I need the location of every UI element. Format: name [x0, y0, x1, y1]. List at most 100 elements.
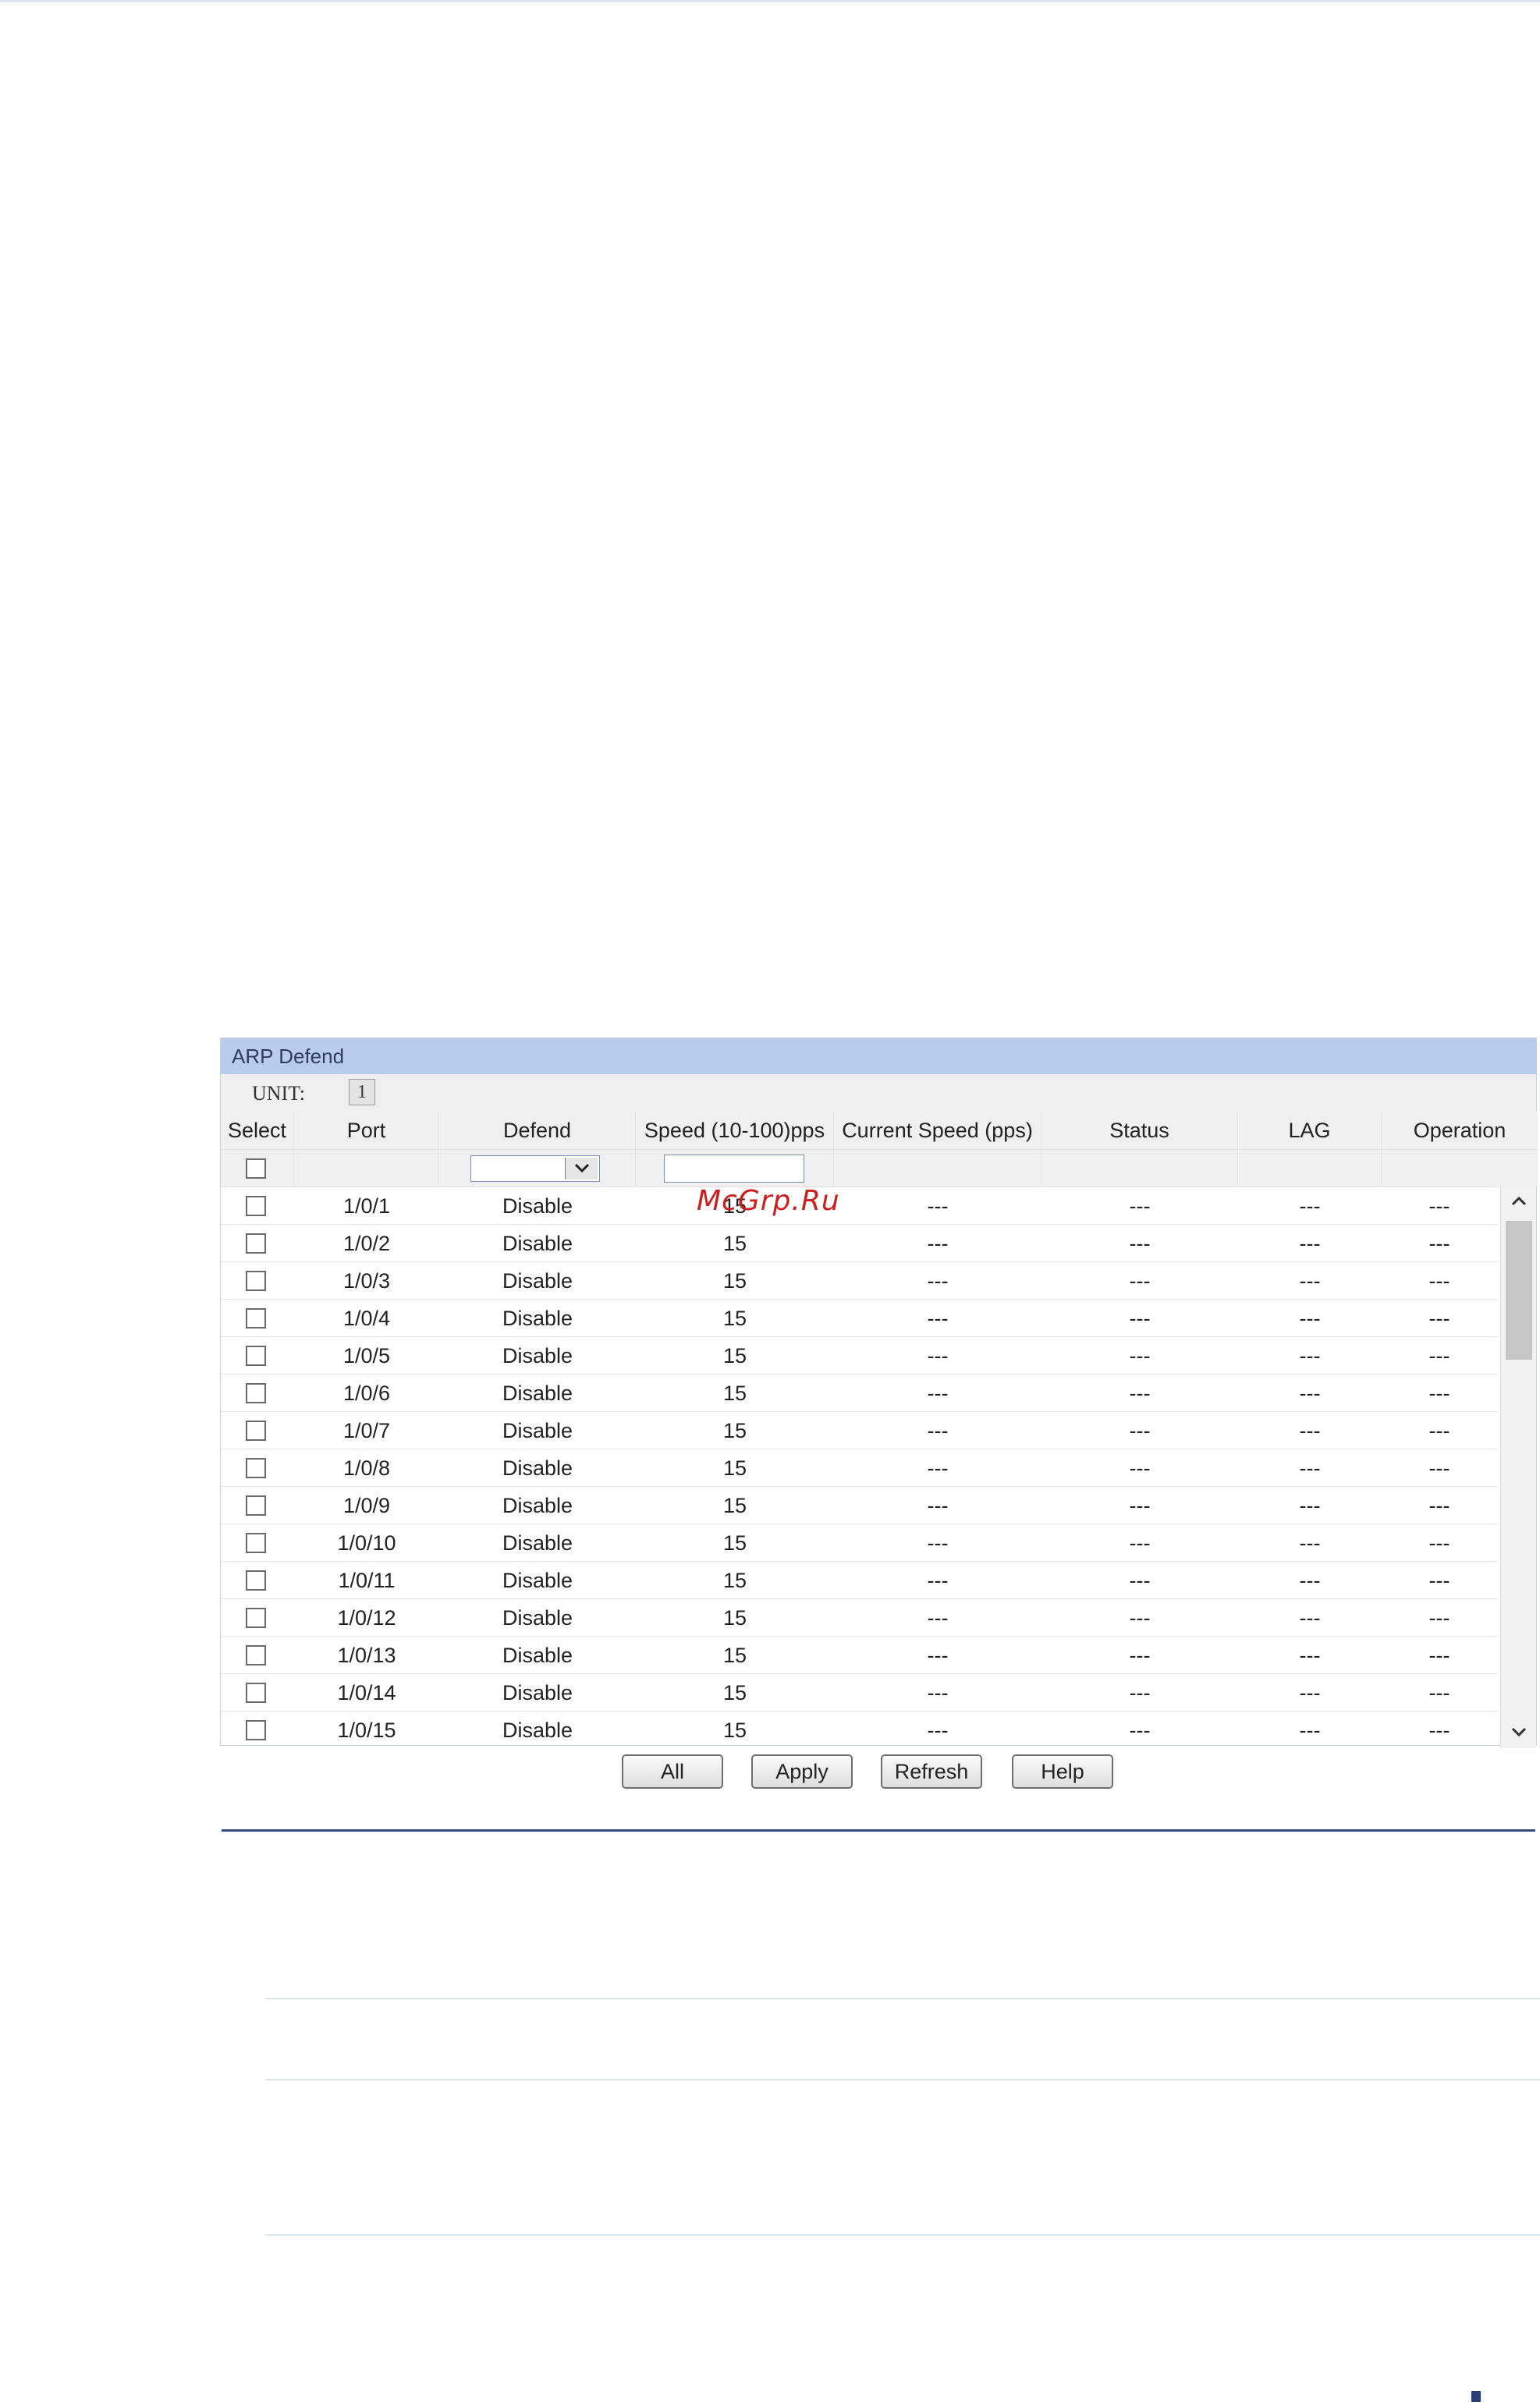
row-checkbox[interactable]	[246, 1570, 266, 1591]
speed-cell: 15	[722, 1419, 747, 1442]
lag-cell: ---	[1299, 1606, 1321, 1630]
table-row: 1/0/15 Disable 15 --- --- --- ---	[221, 1711, 1497, 1748]
defend-cell: Disable	[502, 1681, 573, 1704]
select-all-checkbox[interactable]	[246, 1158, 266, 1179]
page-corner-mark	[1471, 2391, 1481, 2402]
speed-cell: 15	[722, 1456, 747, 1480]
table-scrollbar[interactable]	[1500, 1187, 1536, 1748]
port-cell: 1/0/11	[338, 1569, 396, 1592]
chevron-up-icon[interactable]	[1501, 1187, 1537, 1218]
table-row: 1/0/2 Disable 15 --- --- --- ---	[221, 1224, 1497, 1261]
row-checkbox[interactable]	[246, 1645, 266, 1665]
control-speed-cell	[636, 1149, 834, 1187]
table-row: 1/0/4 Disable 15 --- --- --- ---	[221, 1299, 1497, 1336]
lag-cell: ---	[1299, 1644, 1321, 1667]
speed-cell: 15	[722, 1232, 747, 1255]
row-checkbox[interactable]	[246, 1495, 266, 1516]
defend-select[interactable]	[470, 1155, 600, 1182]
port-cell: 1/0/7	[342, 1419, 391, 1442]
apply-button[interactable]: Apply	[751, 1754, 853, 1789]
port-cell: 1/0/5	[342, 1344, 391, 1367]
row-select-cell	[221, 1562, 294, 1599]
chevron-down-icon[interactable]	[565, 1158, 598, 1179]
speed-cell: 15	[722, 1719, 747, 1742]
header-current-speed: Current Speed (pps)	[834, 1112, 1041, 1149]
refresh-button[interactable]: Refresh	[881, 1754, 982, 1789]
table-row: 1/0/6 Disable 15 --- --- --- ---	[221, 1374, 1497, 1411]
table-row: 1/0/9 Disable 15 --- --- --- ---	[221, 1486, 1497, 1524]
row-checkbox[interactable]	[246, 1533, 266, 1553]
header-speed: Speed (10-100)pps	[636, 1112, 834, 1149]
defend-cell: Disable	[502, 1644, 573, 1667]
row-select-cell	[221, 1712, 294, 1749]
port-cell: 1/0/4	[342, 1307, 391, 1330]
operation-cell: ---	[1428, 1681, 1450, 1704]
status-cell: ---	[1129, 1719, 1151, 1742]
row-select-cell	[221, 1524, 294, 1562]
row-select-cell	[221, 1487, 294, 1524]
row-checkbox[interactable]	[246, 1233, 266, 1254]
control-select-cell	[221, 1149, 294, 1187]
port-cell: 1/0/6	[342, 1382, 391, 1405]
defend-cell: Disable	[502, 1419, 573, 1442]
unit-1-button[interactable]: 1	[349, 1079, 375, 1105]
lag-cell: ---	[1299, 1569, 1321, 1592]
current-speed-cell: ---	[927, 1531, 949, 1555]
current-speed-cell: ---	[927, 1644, 949, 1667]
defend-cell: Disable	[502, 1194, 573, 1218]
defend-cell: Disable	[502, 1569, 573, 1592]
row-select-cell	[221, 1337, 294, 1375]
status-cell: ---	[1129, 1531, 1151, 1555]
table-rule	[265, 2079, 1540, 2080]
row-checkbox[interactable]	[246, 1683, 266, 1703]
help-button[interactable]: Help	[1012, 1754, 1113, 1789]
operation-cell: ---	[1428, 1644, 1450, 1667]
unit-row: UNIT: 1	[221, 1074, 1536, 1112]
operation-cell: ---	[1428, 1232, 1450, 1255]
defend-cell: Disable	[502, 1344, 573, 1367]
chevron-down-icon[interactable]	[1501, 1717, 1537, 1748]
row-checkbox[interactable]	[246, 1308, 266, 1328]
status-cell: ---	[1129, 1419, 1151, 1442]
status-cell: ---	[1129, 1194, 1151, 1218]
operation-cell: ---	[1428, 1419, 1450, 1442]
status-cell: ---	[1129, 1494, 1151, 1517]
scroll-thumb[interactable]	[1506, 1221, 1532, 1360]
port-cell: 1/0/15	[337, 1719, 396, 1742]
table-rule	[265, 1998, 1540, 1999]
table-row: 1/0/11 Disable 15 --- --- --- ---	[221, 1561, 1497, 1598]
row-checkbox[interactable]	[246, 1608, 266, 1628]
port-table-body: 1/0/1 Disable 15 --- --- --- --- 1/0/2 Disable 15…	[221, 1187, 1536, 1750]
row-checkbox[interactable]	[246, 1346, 266, 1366]
status-cell: ---	[1129, 1307, 1151, 1330]
port-cell: 1/0/13	[337, 1644, 396, 1667]
row-checkbox[interactable]	[246, 1196, 266, 1216]
header-defend: Defend	[439, 1112, 636, 1149]
row-checkbox[interactable]	[246, 1271, 266, 1291]
section-divider	[222, 1829, 1535, 1832]
status-cell: ---	[1129, 1456, 1151, 1480]
current-speed-cell: ---	[927, 1344, 949, 1367]
speed-cell: 15	[722, 1307, 747, 1330]
row-checkbox[interactable]	[246, 1458, 266, 1478]
current-speed-cell: ---	[927, 1307, 949, 1330]
unit-label: UNIT:	[252, 1082, 306, 1105]
lag-cell: ---	[1299, 1456, 1321, 1480]
current-speed-cell: ---	[927, 1269, 949, 1293]
current-speed-cell: ---	[927, 1719, 949, 1742]
row-checkbox[interactable]	[246, 1720, 266, 1740]
row-checkbox[interactable]	[246, 1383, 266, 1403]
defend-cell: Disable	[502, 1307, 573, 1330]
panel-title: ARP Defend	[221, 1038, 1536, 1074]
row-select-cell	[221, 1225, 294, 1262]
speed-input[interactable]	[664, 1155, 804, 1183]
speed-cell: 15	[722, 1644, 747, 1667]
all-button[interactable]: All	[622, 1754, 723, 1789]
status-cell: ---	[1129, 1232, 1151, 1255]
row-select-cell	[221, 1599, 294, 1637]
defend-cell: Disable	[502, 1606, 573, 1630]
row-checkbox[interactable]	[246, 1421, 266, 1441]
table-row: 1/0/3 Disable 15 --- --- --- ---	[221, 1261, 1497, 1299]
operation-cell: ---	[1428, 1719, 1450, 1742]
header-select: Select	[221, 1112, 294, 1149]
